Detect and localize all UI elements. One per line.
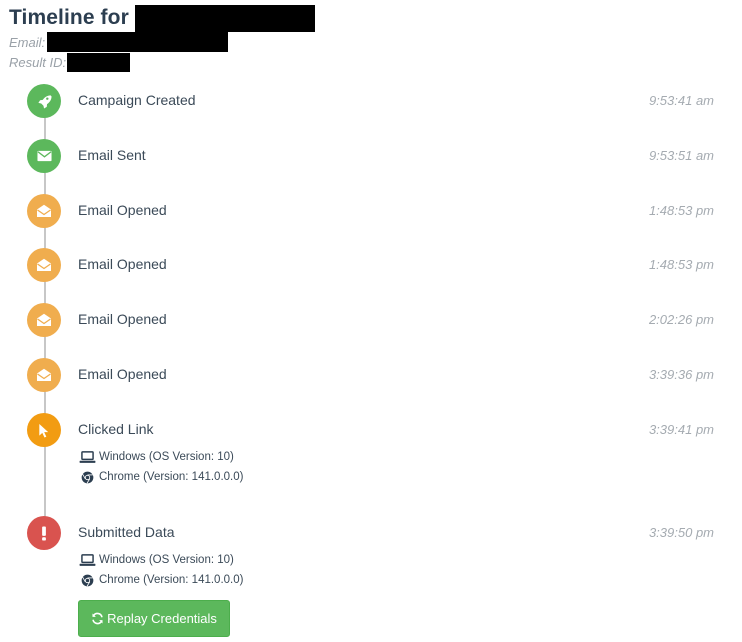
mouse-pointer-icon — [27, 413, 61, 447]
chrome-icon — [78, 573, 96, 587]
os-detail: Windows (OS Version: 10) — [78, 553, 234, 567]
timeline: Campaign Created 9:53:41 am Email Sent 9… — [0, 0, 742, 642]
event-title: Email Opened — [78, 256, 167, 272]
envelope-icon — [27, 139, 61, 173]
browser-detail: Chrome (Version: 141.0.0.0) — [78, 470, 243, 484]
event-title: Email Opened — [78, 366, 167, 382]
envelope-open-icon — [27, 248, 61, 282]
browser-detail: Chrome (Version: 141.0.0.0) — [78, 573, 243, 587]
os-text: Windows (OS Version: 10) — [99, 554, 234, 566]
event-time: 2:02:26 pm — [648, 312, 714, 327]
laptop-icon — [78, 450, 96, 464]
replay-credentials-button[interactable]: Replay Credentials — [78, 600, 230, 637]
browser-text: Chrome (Version: 141.0.0.0) — [99, 471, 244, 483]
event-title: Campaign Created — [78, 92, 196, 108]
chrome-icon — [78, 470, 96, 484]
event-time: 9:53:51 am — [648, 148, 714, 163]
event-title: Email Opened — [78, 311, 167, 327]
envelope-open-icon — [27, 358, 61, 392]
event-title: Email Opened — [78, 202, 167, 218]
os-detail: Windows (OS Version: 10) — [78, 450, 234, 464]
event-time: 3:39:41 pm — [648, 422, 714, 437]
envelope-open-icon — [27, 303, 61, 337]
event-title: Email Sent — [78, 147, 146, 163]
replay-credentials-label: Replay Credentials — [107, 611, 217, 626]
laptop-icon — [78, 553, 96, 567]
event-title: Clicked Link — [78, 421, 154, 437]
rocket-icon — [27, 84, 61, 118]
refresh-icon — [91, 612, 104, 625]
browser-text: Chrome (Version: 141.0.0.0) — [99, 574, 244, 586]
event-title: Submitted Data — [78, 524, 175, 540]
os-text: Windows (OS Version: 10) — [99, 451, 234, 463]
event-time: 3:39:50 pm — [648, 525, 714, 540]
event-time: 9:53:41 am — [648, 93, 714, 108]
event-time: 3:39:36 pm — [648, 367, 714, 382]
exclamation-icon — [27, 516, 61, 550]
event-time: 1:48:53 pm — [648, 203, 714, 218]
event-time: 1:48:53 pm — [648, 257, 714, 272]
envelope-open-icon — [27, 194, 61, 228]
